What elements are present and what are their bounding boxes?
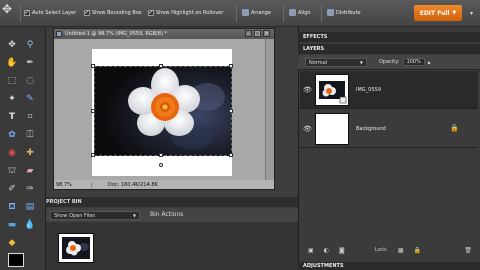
lasso-icon[interactable]: ◌ [24, 75, 36, 87]
close-icon[interactable]: × [263, 30, 270, 37]
narcissus-flower-image [95, 67, 231, 155]
lock-transparency-icon[interactable]: ▦ [398, 247, 404, 254]
lock-all-icon[interactable]: 🔒 [414, 247, 421, 254]
maximize-icon[interactable]: □ [254, 30, 261, 37]
chevron-down-icon: ▼ [132, 213, 136, 218]
foreground-color-swatch[interactable] [8, 253, 24, 267]
chevron-right-icon[interactable]: ▶ [428, 60, 431, 65]
brush-icon[interactable]: ✐ [6, 183, 18, 195]
vertical-scrollbar[interactable] [265, 39, 274, 180]
layers-panel-toolbar: ▣ ◐ ◙ Lock: ▦ 🔒 🗑 [308, 246, 472, 254]
transform-handle[interactable] [91, 64, 95, 68]
layer-thumbnail [315, 74, 349, 106]
eyedropper-icon[interactable]: ✒ [24, 57, 36, 69]
transform-handle[interactable] [159, 153, 163, 157]
open-file-thumbnail[interactable] [58, 233, 94, 263]
marquee-icon[interactable]: ⬚ [6, 75, 18, 87]
document-status-bar: 98.7% Doc: 160.4K/214.8K [54, 180, 274, 189]
distribute-button[interactable]: Distribute [327, 8, 361, 17]
transform-handle[interactable] [229, 153, 233, 157]
gradient-icon[interactable]: ▤ [24, 201, 36, 213]
eye-icon[interactable]: 👁 [303, 86, 312, 94]
panel-options-icon[interactable]: ▾ [470, 10, 473, 17]
doc-size-info: Doc: 160.4K/214.8K [108, 181, 158, 188]
trash-icon[interactable]: 🗑 [464, 247, 472, 254]
chevron-down-icon: ▼ [359, 60, 363, 65]
quick-selection-icon[interactable]: ✎ [24, 93, 36, 105]
effects-panel-tab[interactable]: EFFECTS [298, 32, 480, 42]
blur-icon[interactable]: 💧 [24, 219, 36, 231]
clone-stamp-icon[interactable]: ⛫ [6, 165, 18, 177]
adjustments-panel-tab[interactable]: ADJUSTMENTS [298, 262, 480, 270]
document-window: Untitled-1 @ 98.7% (IMG_0559, RGB/8) * –… [53, 28, 275, 190]
transform-handle[interactable] [159, 64, 163, 68]
mask-icon[interactable]: ◙ [339, 247, 345, 254]
layer-thumbnail [315, 113, 349, 145]
minimize-icon[interactable]: – [245, 30, 252, 37]
magic-wand-icon[interactable]: ✦ [6, 93, 18, 105]
show-bounding-box-checkbox[interactable]: ✓ Show Bounding Box [84, 8, 142, 17]
checkmark-icon: ✓ [24, 8, 30, 16]
lock-icon: 🔒 [450, 124, 459, 132]
healing-brush-icon[interactable]: ✚ [24, 147, 36, 159]
smart-brush-icon[interactable]: ✑ [24, 183, 36, 195]
transform-handle[interactable] [91, 109, 95, 113]
move-tool-icon[interactable]: ✥ [2, 3, 12, 15]
red-eye-icon[interactable]: ◉ [6, 147, 18, 159]
layers-panel-tab[interactable]: LAYERS [298, 44, 480, 54]
opacity-control: Opacity: 100% ▶ [379, 58, 431, 66]
new-layer-icon[interactable]: ▣ [308, 247, 314, 254]
flower-photo[interactable] [94, 66, 232, 156]
straighten-icon[interactable]: ⎅ [24, 129, 36, 141]
eraser-icon[interactable]: ▰ [24, 165, 36, 177]
auto-select-layer-checkbox[interactable]: ✓ Auto Select Layer [24, 8, 76, 17]
sponge-icon[interactable]: ◆ [6, 237, 18, 249]
bin-actions-menu[interactable]: Bin Actions [150, 211, 183, 218]
cookie-cutter-icon[interactable]: ✿ [6, 129, 18, 141]
blend-mode-dropdown[interactable]: Normal ▼ [305, 58, 367, 67]
arrange-icon [242, 9, 249, 16]
eye-icon[interactable]: 👁 [303, 125, 312, 133]
transform-handle[interactable] [229, 109, 233, 113]
move-icon[interactable]: ✥ [6, 39, 18, 51]
distribute-icon [327, 9, 334, 16]
crop-icon[interactable]: ⌗ [24, 111, 36, 123]
zoom-level[interactable]: 98.7% [54, 181, 92, 188]
thumbnail-image [62, 237, 90, 259]
document-title-bar[interactable]: Untitled-1 @ 98.7% (IMG_0559, RGB/8) * –… [54, 29, 274, 39]
transform-handle[interactable] [91, 153, 95, 157]
opacity-input[interactable]: 100% [402, 58, 425, 66]
chevron-down-icon: ▼ [452, 10, 457, 16]
toolbox: ✥ ⚲ ✋ ✒ ⬚ ◌ ✦ ✎ T ⌗ ✿ ⎅ ◉ ✚ ⛫ ▰ ✐ ✑ ⛾ ▤ … [0, 27, 46, 270]
rotate-handle[interactable] [159, 163, 163, 167]
options-bar: ✥ ✓ Auto Select Layer ✓ Show Bounding Bo… [0, 0, 480, 27]
edit-full-button[interactable]: EDIT Full ▼ [414, 5, 462, 21]
adjustment-layer-icon[interactable]: ◐ [324, 247, 329, 254]
layer-thumbnail-image [316, 75, 348, 105]
zoom-icon[interactable]: ⚲ [24, 39, 36, 51]
arrange-button[interactable]: Arrange [242, 8, 271, 17]
project-bin-header[interactable]: PROJECT BIN [46, 197, 298, 207]
show-open-files-dropdown[interactable]: Show Open Files ▼ [50, 211, 140, 220]
align-icon [289, 9, 296, 16]
paint-bucket-icon[interactable]: ⛾ [6, 201, 18, 213]
shape-icon[interactable]: ▬ [6, 219, 18, 231]
document-icon [56, 31, 62, 37]
checkmark-icon: ✓ [148, 8, 154, 16]
type-icon[interactable]: T [6, 111, 18, 123]
layer-row-background[interactable]: 👁 Background 🔒 [300, 110, 478, 148]
layer-row-img-0559[interactable]: 👁 IMG_0559 [300, 71, 478, 109]
hand-icon[interactable]: ✋ [6, 57, 18, 69]
align-button[interactable]: Align [289, 8, 311, 17]
transform-handle[interactable] [229, 64, 233, 68]
show-highlight-checkbox[interactable]: ✓ Show Highlight on Rollover [148, 8, 223, 17]
checkmark-icon: ✓ [84, 8, 90, 16]
